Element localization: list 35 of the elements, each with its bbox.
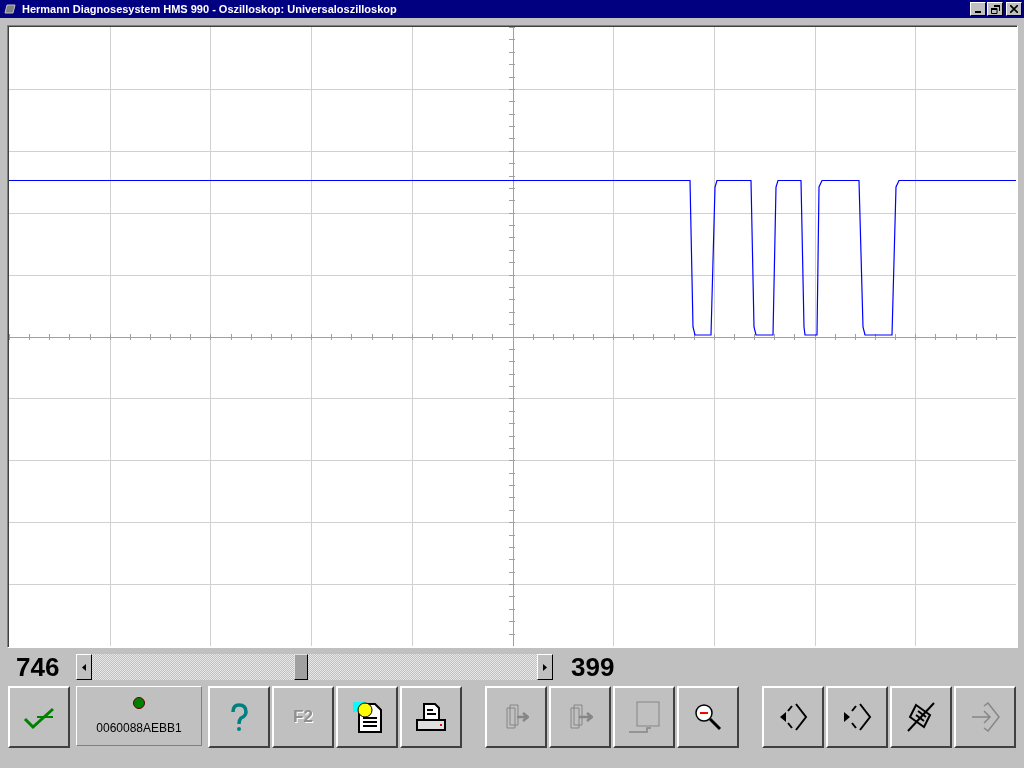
- cursor-left-icon: [778, 702, 808, 732]
- page-icon: [627, 700, 661, 734]
- zoom-out-button[interactable]: [677, 686, 739, 748]
- document-icon: [351, 700, 383, 734]
- exit-arrow-icon: [970, 702, 1000, 732]
- cursor-right-button[interactable]: [826, 686, 888, 748]
- zoom-out-icon: [693, 702, 723, 732]
- cursor-button[interactable]: [890, 686, 952, 748]
- right-arrow-icon: [543, 663, 547, 671]
- restore-icon: [990, 4, 1000, 14]
- restore-button[interactable]: [987, 2, 1003, 16]
- scroll-thumb[interactable]: [294, 654, 308, 680]
- device-id: 0060088AEBB1: [96, 721, 182, 735]
- pages-arrow-icon: [567, 702, 593, 732]
- printer-icon: [415, 702, 447, 732]
- pages-arrow-icon: [503, 702, 529, 732]
- range-end: 399: [571, 651, 616, 683]
- window-title: Hermann Diagnosesystem HMS 990 - Oszilloskop: Universaloszilloskop: [22, 3, 398, 15]
- range-start: 746: [16, 651, 61, 683]
- document-button[interactable]: [336, 686, 398, 748]
- left-arrow-icon: [82, 663, 86, 671]
- scroll-right-button[interactable]: [537, 654, 553, 680]
- close-icon: [1010, 5, 1018, 13]
- scrollbar[interactable]: [76, 654, 553, 680]
- help-button[interactable]: [208, 686, 270, 748]
- crossed-shape-icon: [906, 701, 936, 733]
- device-status-button[interactable]: 0060088AEBB1: [76, 686, 202, 746]
- app-icon: [4, 4, 16, 14]
- minimize-button[interactable]: [970, 2, 986, 16]
- print-button[interactable]: [400, 686, 462, 748]
- cursor-right-icon: [842, 702, 872, 732]
- cursor-left-button[interactable]: [762, 686, 824, 748]
- close-button[interactable]: [1006, 2, 1022, 16]
- confirm-button[interactable]: [8, 686, 70, 748]
- scroll-left-button[interactable]: [76, 654, 92, 680]
